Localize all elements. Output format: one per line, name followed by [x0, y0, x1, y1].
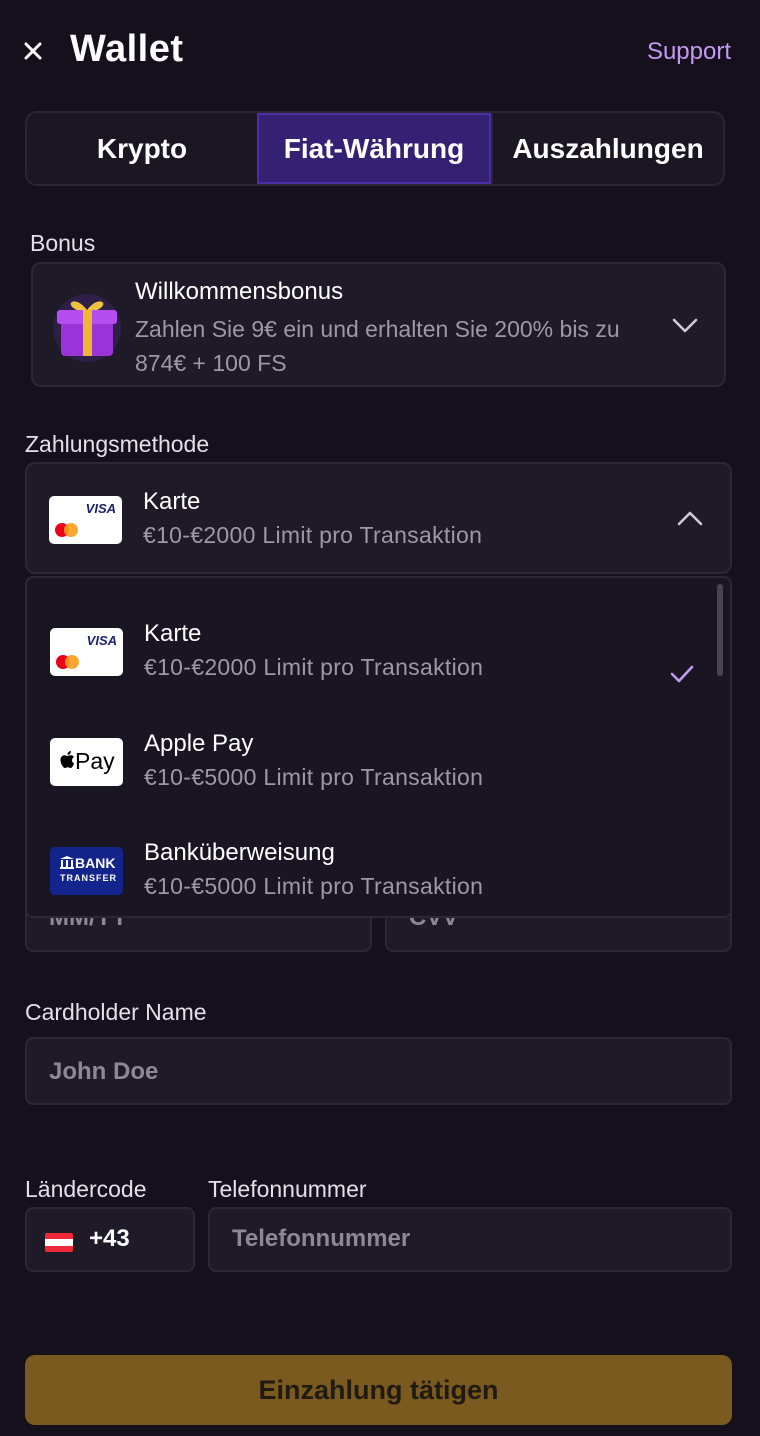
option-title: Karte: [144, 620, 202, 647]
option-title: Banküberweisung: [144, 839, 335, 866]
gift-icon: [53, 294, 121, 362]
phone-input[interactable]: Telefonnummer: [208, 1207, 732, 1272]
tab-fiat[interactable]: Fiat-Währung: [257, 113, 491, 184]
visa-text: VISA: [85, 501, 116, 516]
payment-option-karte[interactable]: VISA Karte €10-€2000 Limit pro Transakti…: [27, 600, 727, 710]
mastercard-icon: [55, 523, 78, 537]
bank-text: BANK: [75, 855, 116, 871]
selected-method-subtitle: €10-€2000 Limit pro Transaktion: [143, 522, 483, 548]
option-subtitle: €10-€2000 Limit pro Transaktion: [144, 654, 484, 680]
tab-krypto[interactable]: Krypto: [27, 113, 257, 184]
dial-code: +43: [89, 1225, 130, 1252]
wallet-page: Wallet Support Krypto Fiat-Währung Ausza…: [0, 0, 760, 1436]
bonus-label: Bonus: [30, 230, 96, 256]
apple-pay-text: Pay: [75, 748, 115, 774]
chevron-down-icon: [672, 318, 698, 333]
bank-transfer-logo: BANK TRANSFER: [50, 847, 123, 895]
phone-label: Telefonnummer: [208, 1176, 367, 1202]
payment-option-bank-transfer[interactable]: BANK TRANSFER Banküberweisung €10-€5000 …: [27, 819, 727, 916]
cardholder-field[interactable]: John Doe: [25, 1037, 732, 1105]
mastercard-icon: [56, 655, 79, 669]
apple-icon: [60, 751, 75, 768]
tab-auszahlungen[interactable]: Auszahlungen: [491, 113, 723, 184]
apple-pay-logo: Pay: [50, 738, 123, 786]
cardholder-placeholder: John Doe: [49, 1058, 159, 1085]
wallet-tabs: Krypto Fiat-Währung Auszahlungen: [25, 111, 725, 186]
bonus-description: Zahlen Sie 9€ ein und erhalten Sie 200% …: [135, 316, 620, 376]
bank-sub-text: TRANSFER: [60, 873, 117, 883]
country-code-select[interactable]: +43: [25, 1207, 195, 1272]
visa-mastercard-logo: VISA: [50, 628, 123, 676]
chevron-up-icon: [677, 511, 703, 526]
bank-icon: [60, 856, 74, 869]
support-link[interactable]: Support: [647, 38, 731, 66]
visa-text: VISA: [86, 633, 117, 648]
payment-option-apple-pay[interactable]: Pay Apple Pay €10-€5000 Limit pro Transa…: [27, 710, 727, 820]
visa-mastercard-logo: VISA: [49, 496, 122, 544]
country-code-label: Ländercode: [25, 1176, 147, 1202]
selected-method-title: Karte: [143, 488, 201, 515]
bonus-select[interactable]: Willkommensbonus Zahlen Sie 9€ ein und e…: [31, 262, 726, 387]
payment-method-dropdown: VISA Karte €10-€2000 Limit pro Transakti…: [25, 576, 732, 918]
deposit-button[interactable]: Einzahlung tätigen: [25, 1355, 732, 1425]
check-icon: [670, 665, 694, 683]
close-icon[interactable]: [22, 40, 44, 62]
austria-flag-icon: [45, 1233, 73, 1252]
bonus-title: Willkommensbonus: [135, 278, 344, 305]
option-subtitle: €10-€5000 Limit pro Transaktion: [144, 764, 484, 790]
payment-method-label: Zahlungsmethode: [25, 431, 210, 457]
cardholder-label: Cardholder Name: [25, 999, 207, 1025]
payment-method-select[interactable]: VISA Karte €10-€2000 Limit pro Transakti…: [25, 462, 732, 574]
option-subtitle: €10-€5000 Limit pro Transaktion: [144, 873, 484, 899]
page-title: Wallet: [70, 28, 184, 70]
option-title: Apple Pay: [144, 730, 254, 757]
phone-placeholder: Telefonnummer: [232, 1225, 411, 1252]
